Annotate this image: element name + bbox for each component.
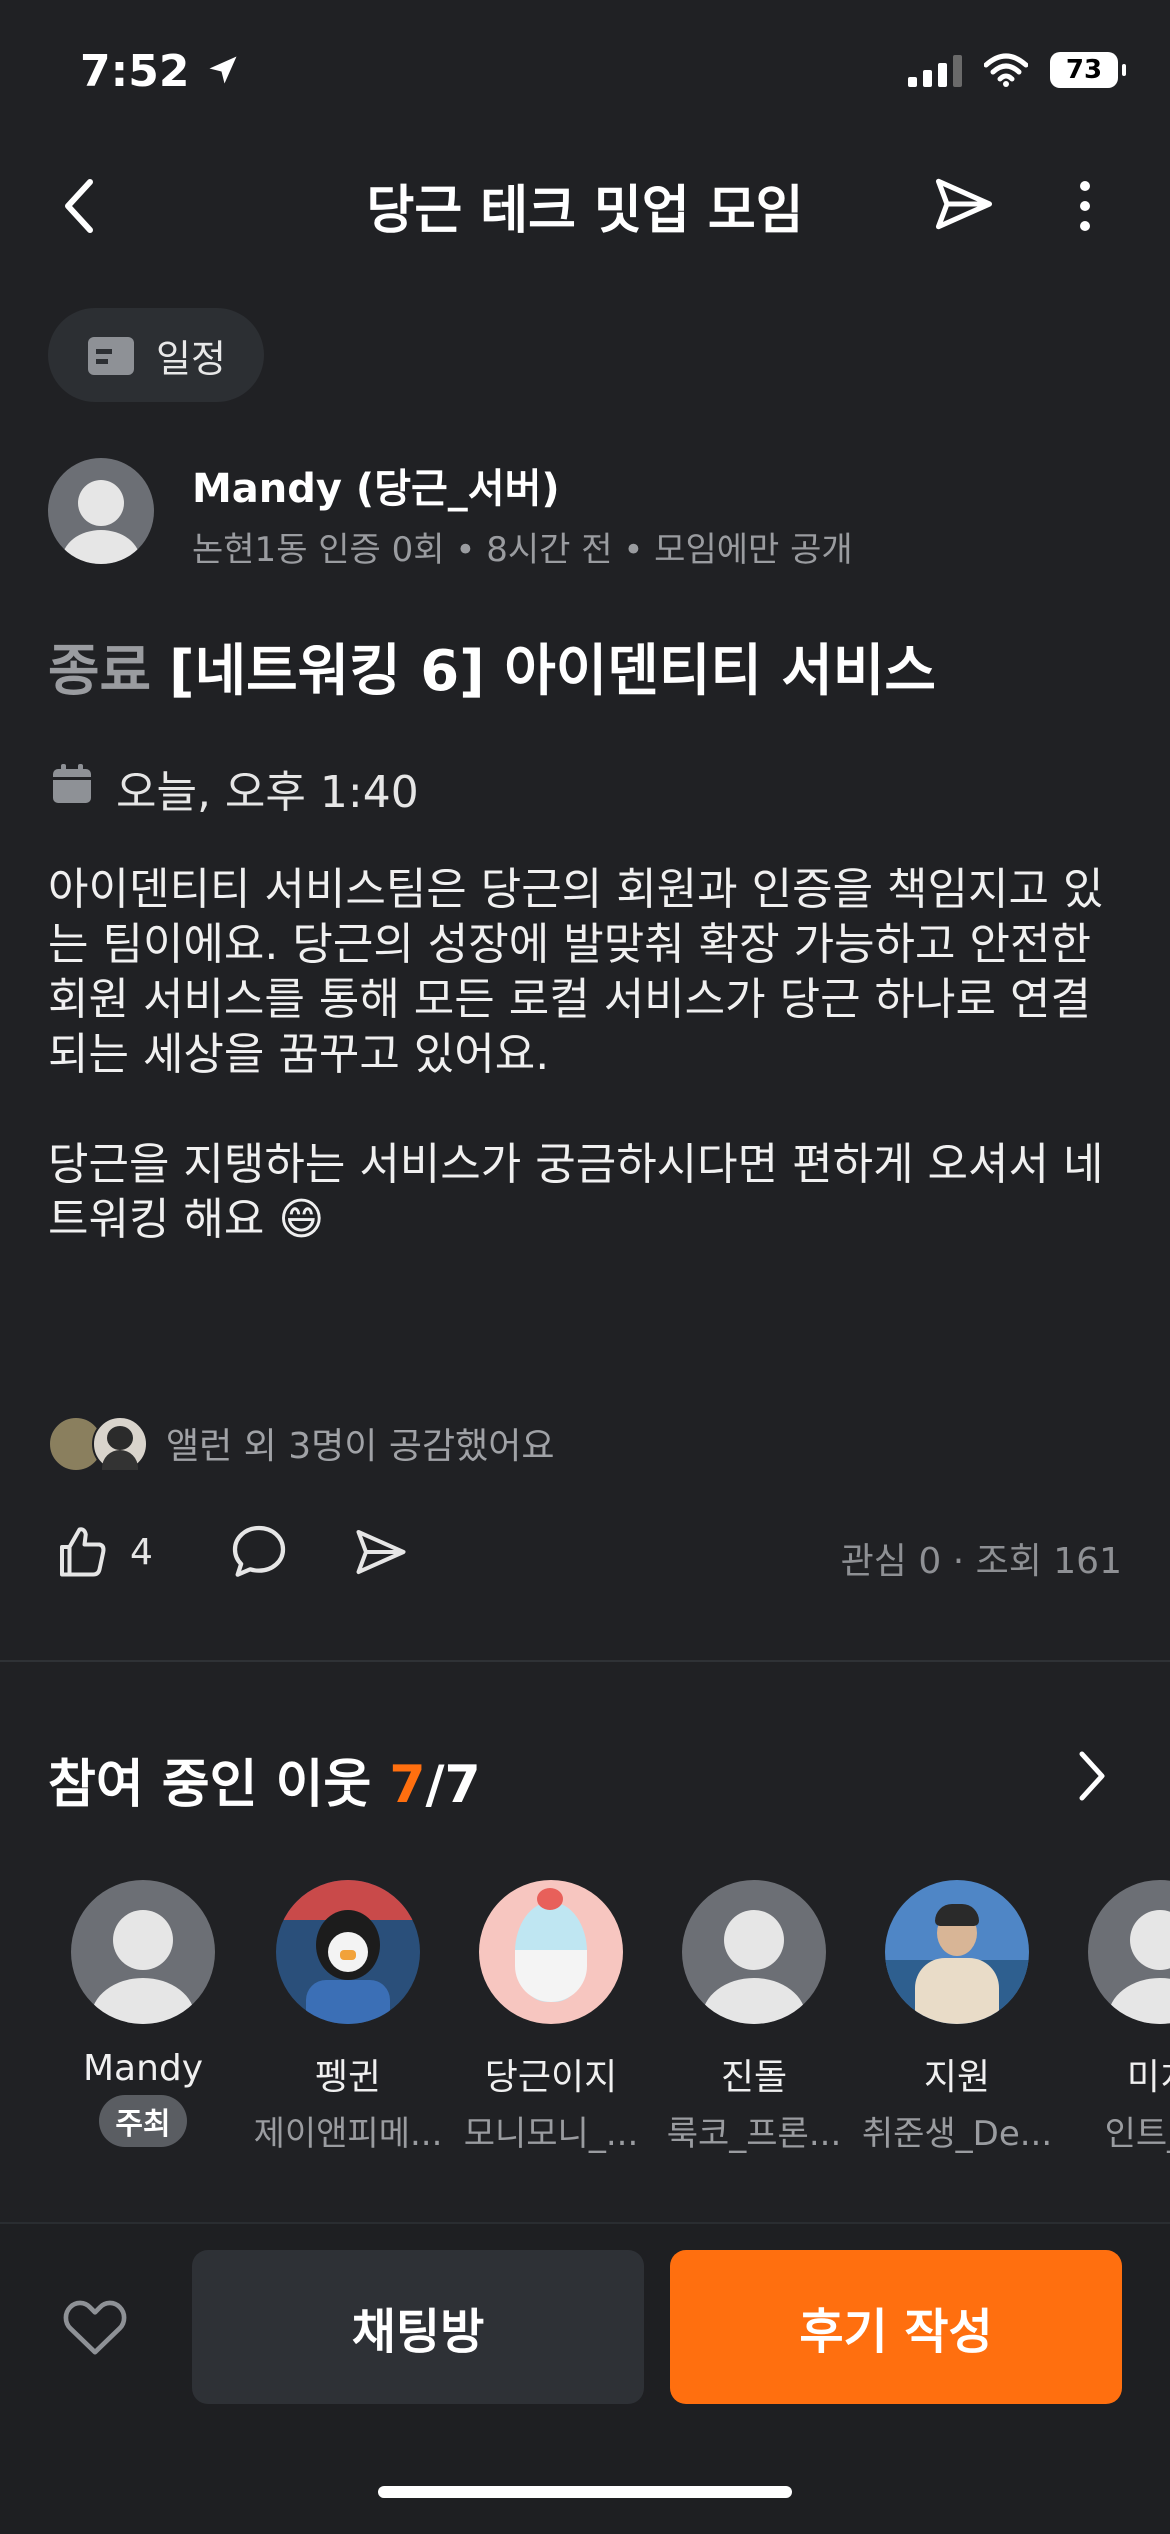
schedule-chip-label: 일정 xyxy=(156,336,226,381)
write-review-button[interactable]: 후기 작성 xyxy=(670,2250,1122,2404)
author-avatar[interactable] xyxy=(48,458,154,564)
liker-avatars xyxy=(48,1416,152,1472)
calendar-card-icon xyxy=(88,337,134,375)
post-body-line: 되는 세상을 꿈꾸고 있어요. xyxy=(48,1029,550,1080)
participant-subtitle: 취준생_De... xyxy=(861,2114,1053,2154)
heart-icon[interactable] xyxy=(60,2294,130,2358)
participant-item[interactable]: Mandy 주최 xyxy=(43,1880,243,2147)
chat-room-button[interactable]: 채팅방 xyxy=(192,2250,644,2404)
participant-name: 미치 xyxy=(1126,2057,1170,2098)
more-options-icon[interactable] xyxy=(1070,176,1100,236)
wifi-icon xyxy=(984,53,1028,87)
post-body-line: 아이덴티티 서비스팀은 당근의 회원과 인증을 책임지고 있 xyxy=(48,864,1104,915)
participant-subtitle: 인트_프 xyxy=(1104,2114,1170,2154)
participant-subtitle: 룩코_프론... xyxy=(666,2114,842,2154)
likers-text: 앨런 외 3명이 공감했어요 xyxy=(166,1426,555,1467)
participant-name: 당근이지 xyxy=(484,2057,618,2098)
comment-icon[interactable] xyxy=(227,1520,291,1584)
section-divider xyxy=(0,1660,1170,1662)
post-body-line: 회원 서비스를 통해 모든 로컬 서비스가 당근 하나로 연결 xyxy=(48,974,1091,1025)
send-icon[interactable] xyxy=(351,1522,411,1582)
battery-indicator: 73 xyxy=(1050,52,1126,88)
participant-avatar xyxy=(479,1880,623,2024)
participant-item[interactable]: 진돌 룩코_프론... xyxy=(654,1880,854,2155)
chevron-right-icon[interactable] xyxy=(1074,1748,1110,1804)
participants-current-count: 7 xyxy=(389,1755,426,1815)
participant-avatar xyxy=(71,1880,215,2024)
participant-avatar xyxy=(1088,1880,1170,2024)
participant-item[interactable]: 펭귄 제이앤피메... xyxy=(248,1880,448,2155)
participant-avatar xyxy=(682,1880,826,2024)
participant-name: 진돌 xyxy=(720,2057,788,2098)
participant-subtitle: 모니모니_... xyxy=(463,2114,639,2154)
participant-avatar xyxy=(276,1880,420,2024)
post-stats: 관심 0 · 조회 161 xyxy=(840,1541,1122,1582)
home-indicator xyxy=(378,2486,792,2498)
host-badge: 주최 xyxy=(99,2095,187,2147)
participants-title-text: 참여 중인 이웃 xyxy=(48,1755,372,1815)
post-body: 아이덴티티 서비스팀은 당근의 회원과 인증을 책임지고 있 는 팀이에요. 당… xyxy=(48,862,1128,1247)
calendar-icon xyxy=(53,764,91,803)
author-meta: 논현1동 인증 0회 • 8시간 전 • 모임에만 공개 xyxy=(192,530,853,570)
participant-item[interactable]: 당근이지 모니모니_... xyxy=(451,1880,651,2155)
likers-row[interactable]: 앨런 외 3명이 공감했어요 xyxy=(48,1416,555,1472)
post-body-line: 트워킹 해요 😄 xyxy=(48,1194,325,1245)
participant-item[interactable]: 지원 취준생_De... xyxy=(857,1880,1057,2155)
participant-avatar xyxy=(885,1880,1029,2024)
post-body-line: 는 팀이에요. 당근의 성장에 발맞춰 확장 가능하고 안전한 xyxy=(48,919,1091,970)
like-count: 4 xyxy=(130,1531,153,1573)
participant-subtitle: 제이앤피메... xyxy=(253,2114,443,2154)
participant-item[interactable]: 미치 인트_프 xyxy=(1060,1880,1170,2155)
event-date: 오늘, 오후 1:40 xyxy=(116,767,419,818)
post-actions: 4 xyxy=(52,1520,411,1584)
share-icon[interactable] xyxy=(930,170,998,238)
status-time: 7:52 xyxy=(80,46,241,97)
status-time-text: 7:52 xyxy=(80,46,190,97)
cellular-signal-icon xyxy=(908,53,962,87)
location-arrow-icon xyxy=(209,56,237,84)
post-title: 종료 [네트워킹 6] 아이덴티티 서비스 xyxy=(48,626,936,707)
status-icons: 73 xyxy=(908,52,1126,88)
participant-name: 지원 xyxy=(923,2057,991,2098)
like-icon[interactable] xyxy=(52,1522,112,1582)
participants-total-count: /7 xyxy=(425,1755,481,1815)
participant-name: 펭귄 xyxy=(314,2057,382,2098)
post-body-line: 당근을 지탱하는 서비스가 궁금하시다면 편하게 오셔서 네 xyxy=(48,1139,1104,1190)
author-name[interactable]: Mandy (당근_서버) xyxy=(192,456,560,514)
participant-name: Mandy xyxy=(82,2048,204,2089)
battery-level: 73 xyxy=(1065,55,1103,85)
schedule-chip[interactable]: 일정 xyxy=(48,308,264,402)
post-title-text: [네트워킹 6] 아이덴티티 서비스 xyxy=(169,639,936,704)
liker-avatar xyxy=(92,1416,148,1472)
participants-title[interactable]: 참여 중인 이웃 7/7 xyxy=(48,1742,481,1817)
post-status: 종료 xyxy=(48,639,152,704)
